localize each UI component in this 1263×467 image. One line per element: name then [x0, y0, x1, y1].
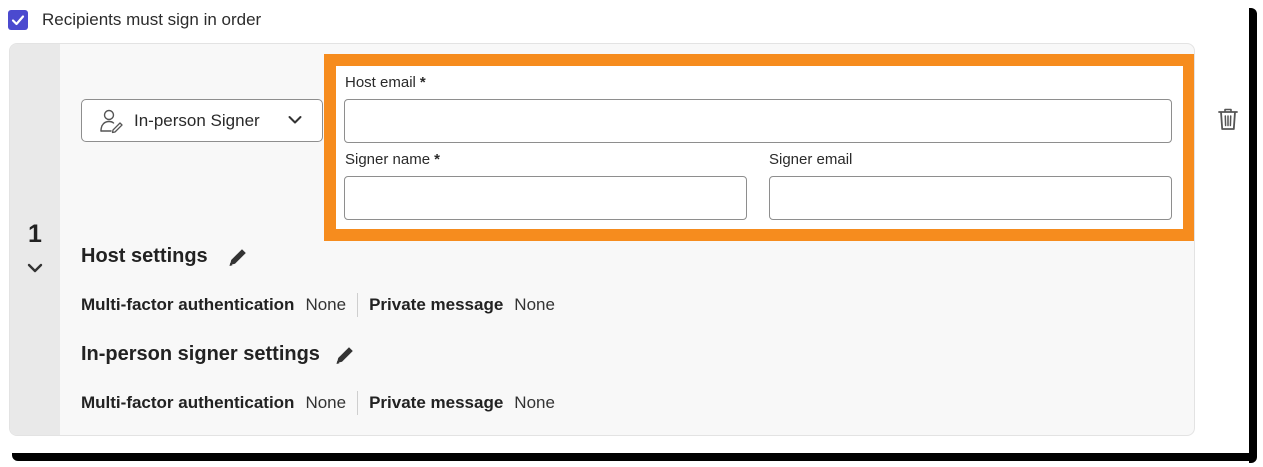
signer-settings-row: Multi-factor authentication None Private… [81, 391, 555, 415]
host-mfa-label: Multi-factor authentication [81, 295, 295, 314]
role-label: In-person Signer [134, 110, 260, 130]
sign-in-order-label: Recipients must sign in order [42, 10, 262, 29]
recipient-card: 1 In-person Signer Host email * Signer na… [9, 43, 1195, 436]
signer-mfa-value: None [305, 393, 347, 412]
recipient-index-bar: 1 [10, 44, 60, 435]
signer-name-label: Signer name * [345, 151, 440, 168]
host-settings-title: Host settings [81, 245, 208, 267]
host-email-label: Host email * [345, 74, 426, 91]
signer-name-input[interactable] [344, 176, 747, 220]
recipient-role-dropdown[interactable]: In-person Signer [81, 99, 323, 142]
signer-settings-title: In-person signer settings [81, 343, 320, 365]
person-signature-icon [100, 109, 123, 133]
window-shadow-right [1249, 8, 1257, 463]
pencil-icon[interactable] [227, 246, 249, 268]
sign-in-order-checkbox[interactable] [8, 10, 28, 30]
host-message-label: Private message [369, 295, 504, 314]
pencil-icon[interactable] [334, 344, 356, 366]
host-mfa-value: None [305, 295, 347, 314]
signer-message-label: Private message [369, 393, 504, 412]
sign-in-order-row[interactable]: Recipients must sign in order [8, 10, 261, 30]
window-shadow-bottom [12, 453, 1257, 461]
host-settings-row: Multi-factor authentication None Private… [81, 293, 555, 317]
recipient-fields-highlight: Host email * Signer name * Signer email [324, 54, 1194, 241]
check-icon [11, 15, 25, 26]
signer-email-label: Signer email [769, 151, 853, 168]
divider [357, 391, 359, 415]
trash-icon[interactable] [1217, 107, 1239, 131]
chevron-down-icon [288, 116, 302, 124]
chevron-down-icon[interactable] [27, 262, 43, 274]
signer-message-value: None [514, 393, 555, 412]
recipient-index-number: 1 [28, 220, 42, 248]
signer-mfa-label: Multi-factor authentication [81, 393, 295, 412]
host-email-input[interactable] [344, 99, 1172, 143]
divider [357, 293, 359, 317]
host-message-value: None [514, 295, 555, 314]
signer-email-input[interactable] [769, 176, 1172, 220]
